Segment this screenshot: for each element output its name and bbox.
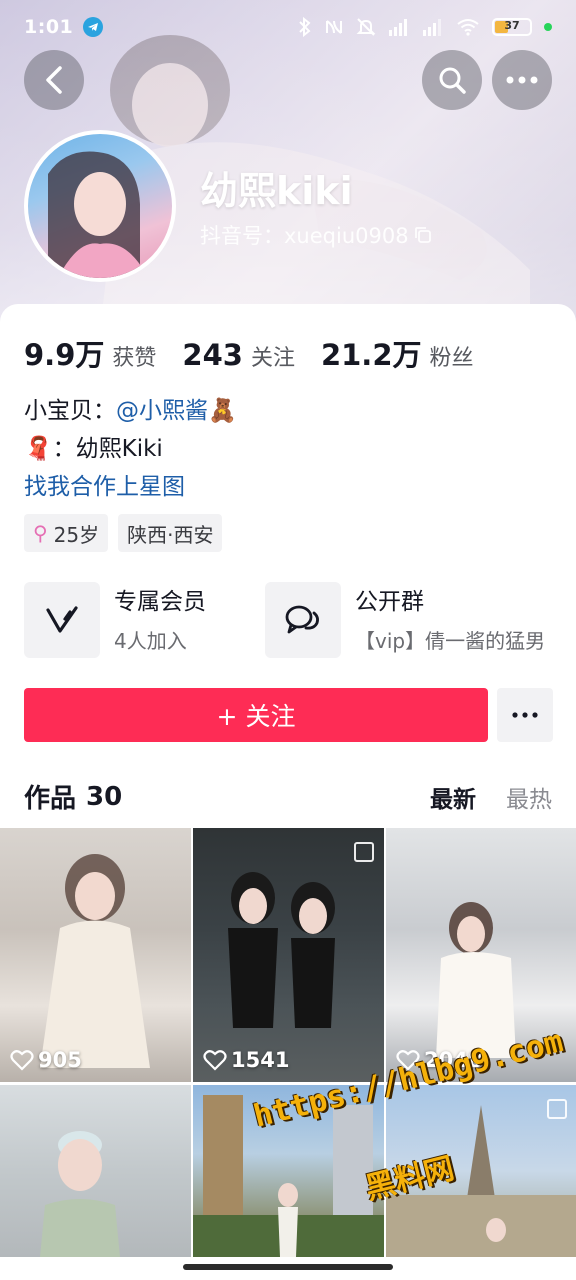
bio-prefix: 小宝贝：: [24, 398, 116, 424]
like-count-text: 1541: [231, 1048, 290, 1072]
douyin-id: 抖音号：xueqiu0908: [200, 220, 433, 250]
sort-newest[interactable]: 最新: [430, 780, 476, 814]
bio-mention-link[interactable]: @小熙酱: [116, 392, 208, 430]
group-chat-subtitle: 【vip】倩一酱的猛男: [355, 628, 546, 653]
group-chat-entry[interactable]: 公开群 【vip】倩一酱的猛男: [265, 582, 545, 658]
telegram-icon: [83, 17, 104, 37]
battery-icon: 37: [492, 18, 532, 36]
privacy-dot-icon: [544, 23, 552, 31]
search-button[interactable]: [422, 50, 482, 110]
membership-entry[interactable]: 专属会员 4人加入: [24, 582, 265, 658]
thumbnail-image: [40, 854, 150, 1068]
video-thumbnail[interactable]: 905: [0, 828, 191, 1082]
profile-card: 9.9万 获赞 243 关注 21.2万 粉丝 小宝贝： @小熙酱 🧸 🧣 ：幼…: [0, 304, 576, 1280]
nfc-icon: [326, 20, 342, 34]
location-text: 陕西·西安: [127, 522, 214, 547]
group-chat-title: 公开群: [355, 588, 424, 615]
follow-label: + 关注: [216, 702, 296, 731]
group-chat-icon: [265, 582, 341, 658]
heart-icon: [203, 1050, 227, 1071]
bio-text: ：幼熙Kiki: [52, 436, 163, 462]
sort-hottest[interactable]: 最热: [506, 780, 552, 814]
bio-line: 小宝贝： @小熙酱 🧸: [24, 392, 237, 430]
video-thumbnail[interactable]: [0, 1085, 191, 1257]
profile-tags: ⚲ 25岁 陕西·西安: [24, 514, 223, 552]
stats-row: 9.9万 获赞 243 关注 21.2万 粉丝: [24, 332, 500, 374]
membership-title: 专属会员: [114, 588, 206, 615]
like-count: 1541: [203, 1048, 289, 1072]
status-time: 1:01: [24, 16, 74, 38]
stat-label: 获赞: [112, 346, 157, 371]
works-header: 作品 30 最新 最热: [24, 778, 552, 815]
stat-value: 243: [182, 338, 243, 372]
stat-label: 关注: [250, 346, 295, 371]
select-checkbox[interactable]: [547, 1099, 567, 1119]
home-indicator[interactable]: [183, 1264, 393, 1270]
bio: 小宝贝： @小熙酱 🧸 🧣 ：幼熙Kiki 找我合作上星图: [24, 392, 237, 506]
search-icon: [439, 67, 466, 94]
douyin-id-text: 抖音号：xueqiu0908: [200, 224, 409, 248]
teddy-bear-emoji: 🧸: [208, 398, 237, 424]
xingtu-link[interactable]: 找我合作上星图: [24, 468, 185, 506]
battery-level: 37: [504, 19, 520, 32]
thumbnail-image: [40, 1131, 120, 1257]
scarf-emoji: 🧣: [24, 436, 53, 462]
copy-icon[interactable]: [413, 225, 433, 245]
bluetooth-icon: [299, 17, 311, 37]
stat-value: 21.2万: [320, 338, 422, 372]
signal-icon: [389, 19, 407, 36]
video-thumbnail[interactable]: 1541: [193, 828, 384, 1082]
age-tag: ⚲ 25岁: [24, 514, 109, 552]
thumbnail-image: [228, 872, 335, 1028]
more-options-button[interactable]: [492, 50, 552, 110]
like-count-text: 905: [38, 1048, 82, 1072]
like-count: 905: [10, 1048, 82, 1072]
stat-followers[interactable]: 21.2万 粉丝: [321, 332, 474, 374]
status-bar: 1:01 37: [0, 0, 576, 54]
location-tag: 陕西·西安: [118, 514, 223, 552]
heart-icon: [10, 1050, 34, 1071]
bio-line: 找我合作上星图: [24, 468, 237, 506]
follow-button[interactable]: + 关注: [24, 688, 488, 742]
back-button[interactable]: [24, 50, 84, 110]
feature-entries: 专属会员 4人加入 公开群 【vip】倩一酱的猛男: [24, 582, 576, 658]
more-dots-icon: [506, 76, 538, 84]
sort-options: 最新 最热: [430, 780, 552, 814]
stat-following[interactable]: 243 关注: [182, 338, 295, 372]
avatar-photo: [48, 151, 148, 278]
more-dots-icon: [512, 712, 538, 718]
membership-subtitle: 4人加入: [114, 628, 187, 653]
female-icon: ⚲: [33, 521, 48, 545]
follow-more-button[interactable]: [497, 688, 553, 742]
signal-2-icon: [423, 19, 441, 36]
chevron-left-icon: [46, 66, 62, 94]
select-checkbox[interactable]: [354, 842, 374, 862]
mute-bell-icon: [356, 18, 376, 36]
vip-v-icon: [24, 582, 100, 658]
works-title[interactable]: 作品: [24, 778, 76, 815]
wifi-icon: [457, 19, 479, 36]
age-text: 25岁: [53, 522, 100, 547]
profile-nickname: 幼熙kiki: [200, 169, 353, 213]
stat-likes[interactable]: 9.9万 获赞: [24, 332, 156, 374]
bio-line: 🧣 ：幼熙Kiki: [24, 430, 237, 468]
works-count: 30: [86, 781, 123, 812]
avatar[interactable]: [24, 130, 176, 282]
stat-label: 粉丝: [429, 346, 474, 371]
stat-value: 9.9万: [24, 338, 105, 372]
